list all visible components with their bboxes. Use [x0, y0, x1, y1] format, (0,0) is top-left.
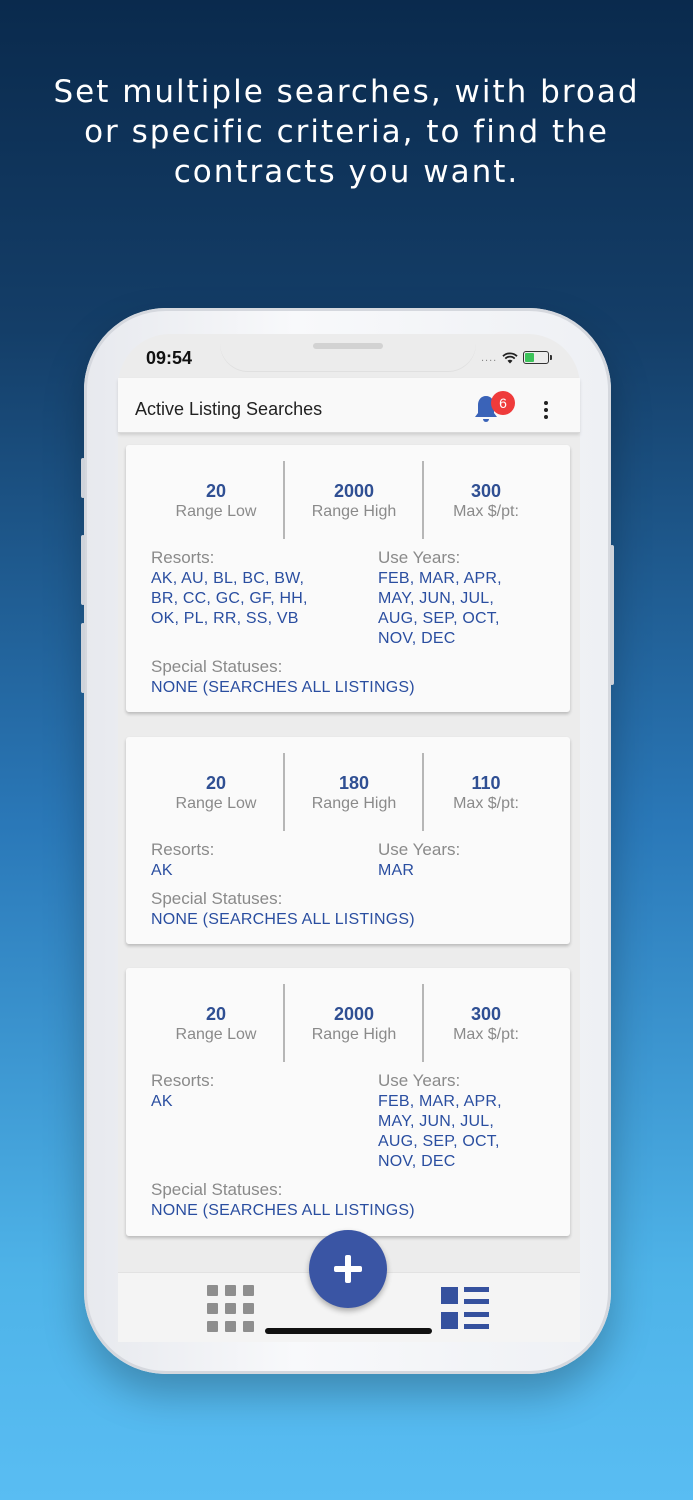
notch — [220, 334, 476, 372]
headline-line-1: Set multiple searches, with broad — [53, 74, 640, 110]
use-years-line: FEB, MAR, APR, — [378, 1093, 502, 1110]
use-years-value: FEB, MAR, APR, MAY, JUN, JUL, AUG, SEP, … — [378, 569, 502, 649]
resorts-line: BR, CC, GC, GF, HH, — [151, 590, 308, 607]
max-per-point-value: 300 — [470, 1004, 502, 1024]
volume-up-button — [81, 535, 85, 605]
max-per-point-stat: 110 Max $/pt: — [416, 753, 556, 813]
grid-view-icon[interactable] — [207, 1285, 255, 1333]
headline-line-3: contracts you want. — [173, 154, 520, 190]
range-low-value: 20 — [205, 481, 227, 501]
special-statuses-label: Special Statuses: — [151, 1180, 283, 1199]
search-stats: 20 Range Low 180 Range High 110 Max $/pt… — [126, 753, 570, 831]
special-statuses-value: NONE (SEARCHES ALL LISTINGS) — [151, 1202, 415, 1219]
range-high-label: Range High — [311, 1026, 397, 1043]
home-indicator[interactable] — [265, 1328, 432, 1334]
use-years-line: MAY, JUN, JUL, — [378, 1113, 495, 1130]
search-card[interactable]: 20 Range Low 2000 Range High 300 Max $/p… — [126, 445, 570, 712]
range-low-value: 20 — [205, 1004, 227, 1024]
range-low-label: Range Low — [175, 503, 257, 520]
page-title: Active Listing Searches — [135, 399, 323, 419]
speaker — [313, 343, 383, 349]
power-button — [610, 545, 614, 685]
resorts-value: AK, AU, BL, BC, BW, BR, CC, GC, GF, HH, … — [151, 569, 308, 629]
use-years-label: Use Years: — [378, 548, 461, 567]
range-low-stat: 20 Range Low — [146, 753, 286, 813]
wifi-icon — [502, 351, 518, 363]
special-statuses-label: Special Statuses: — [151, 657, 283, 676]
resorts-line: AK, AU, BL, BC, BW, — [151, 570, 305, 587]
max-per-point-value: 110 — [471, 773, 501, 793]
use-years-line: NOV, DEC — [378, 1153, 456, 1170]
use-years-line: FEB, MAR, APR, — [378, 570, 502, 587]
use-years-value: FEB, MAR, APR, MAY, JUN, JUL, AUG, SEP, … — [378, 1092, 502, 1172]
search-stats: 20 Range Low 2000 Range High 300 Max $/p… — [126, 461, 570, 539]
max-per-point-label: Max $/pt: — [453, 503, 519, 520]
special-statuses-value: NONE (SEARCHES ALL LISTINGS) — [151, 911, 415, 928]
mute-switch — [81, 458, 85, 498]
use-years-label: Use Years: — [378, 1071, 461, 1090]
resorts-value: AK — [151, 861, 173, 881]
max-per-point-stat: 300 Max $/pt: — [416, 461, 556, 521]
search-stats: 20 Range Low 2000 Range High 300 Max $/p… — [126, 984, 570, 1062]
use-years-line: AUG, SEP, OCT, — [378, 1133, 500, 1150]
resorts-line: OK, PL, RR, SS, VB — [151, 610, 299, 627]
search-card[interactable]: 20 Range Low 2000 Range High 300 Max $/p… — [126, 968, 570, 1236]
use-years-line: AUG, SEP, OCT, — [378, 610, 500, 627]
resorts-line: AK — [151, 862, 173, 879]
status-icons: .... — [481, 351, 553, 364]
resorts-label: Resorts: — [151, 1071, 215, 1090]
max-per-point-value: 300 — [470, 481, 502, 501]
range-low-stat: 20 Range Low — [146, 461, 286, 521]
status-time: 09:54 — [146, 348, 193, 368]
range-low-label: Range Low — [175, 1026, 257, 1043]
battery-charging-icon — [523, 351, 553, 364]
headline: Set multiple searches, with broad or spe… — [0, 72, 693, 192]
use-years-line: NOV, DEC — [378, 630, 456, 647]
add-search-button[interactable] — [309, 1230, 387, 1308]
range-high-label: Range High — [311, 795, 397, 812]
special-statuses-value: NONE (SEARCHES ALL LISTINGS) — [151, 679, 415, 696]
headline-line-2: or specific criteria, to find the — [84, 114, 609, 150]
range-high-value: 180 — [338, 773, 370, 793]
range-low-stat: 20 Range Low — [146, 984, 286, 1044]
resorts-label: Resorts: — [151, 840, 215, 859]
use-years-line: MAR — [378, 862, 415, 879]
resorts-label: Resorts: — [151, 548, 215, 567]
volume-down-button — [81, 623, 85, 693]
special-statuses-label: Special Statuses: — [151, 889, 283, 908]
range-high-stat: 2000 Range High — [284, 984, 424, 1044]
resorts-value: AK — [151, 1092, 173, 1112]
range-low-label: Range Low — [175, 795, 257, 812]
max-per-point-label: Max $/pt: — [453, 795, 519, 812]
range-high-value: 2000 — [333, 1004, 375, 1024]
search-card[interactable]: 20 Range Low 180 Range High 110 Max $/pt… — [126, 737, 570, 944]
range-high-label: Range High — [311, 503, 397, 520]
range-high-stat: 180 Range High — [284, 753, 424, 813]
app-bar: Active Listing Searches 6 — [118, 378, 580, 433]
range-high-stat: 2000 Range High — [284, 461, 424, 521]
resorts-line: AK — [151, 1093, 173, 1110]
range-low-value: 20 — [205, 773, 227, 793]
use-years-line: MAY, JUN, JUL, — [378, 590, 495, 607]
max-per-point-stat: 300 Max $/pt: — [416, 984, 556, 1044]
notification-badge: 6 — [491, 391, 515, 415]
range-high-value: 2000 — [333, 481, 375, 501]
use-years-value: MAR — [378, 861, 414, 881]
list-view-icon[interactable] — [441, 1287, 489, 1331]
more-vert-icon[interactable] — [538, 398, 554, 424]
max-per-point-label: Max $/pt: — [453, 1026, 519, 1043]
use-years-label: Use Years: — [378, 840, 461, 859]
signal-indicator: .... — [481, 351, 498, 364]
